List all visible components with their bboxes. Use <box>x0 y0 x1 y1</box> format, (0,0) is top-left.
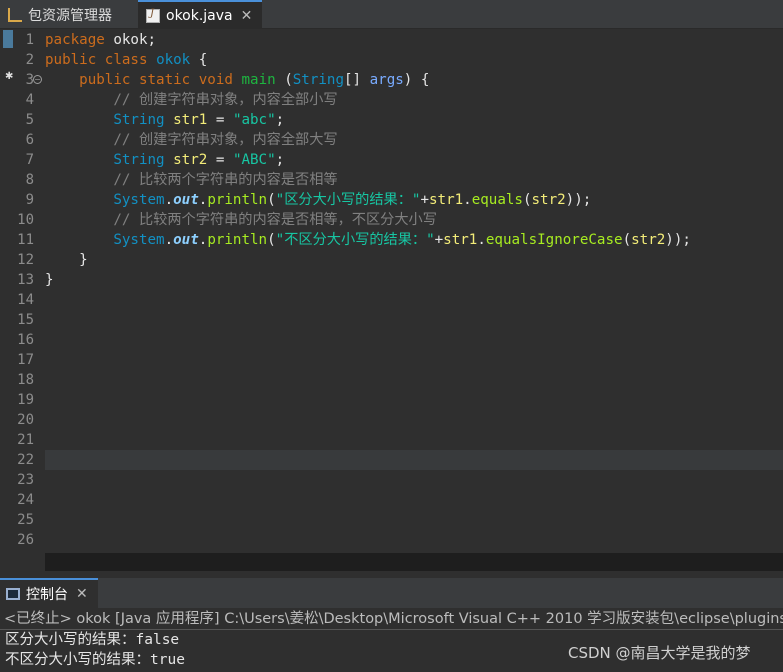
line-number: 25 <box>17 512 34 528</box>
line-number: 2 <box>25 52 34 68</box>
java-file-icon <box>146 8 160 23</box>
code-line-11: System.out.println("不区分大小写的结果："+str1.equ… <box>113 232 691 248</box>
console-status: <已终止> okok [Java 应用程序] C:\Users\姜松\Deskt… <box>4 611 783 627</box>
line-number: 19 <box>17 392 34 408</box>
line-number: 17 <box>17 352 34 368</box>
code-line-6: // 创建字符串对象，内容全部大写 <box>113 132 338 148</box>
line-number: 21 <box>17 432 34 448</box>
console-tab-bar: 控制台 ✕ <box>0 578 783 608</box>
line-number: 18 <box>17 372 34 388</box>
watermark: CSDN @南昌大学是我的梦 <box>568 644 751 662</box>
line-number: 9 <box>25 192 34 208</box>
code-line-9: System.out.println("区分大小写的结果："+str1.equa… <box>113 192 592 208</box>
line-number: 10 <box>17 212 34 228</box>
line-number: 3 <box>25 72 34 88</box>
console-output-line: 区分大小写的结果：false <box>5 632 180 648</box>
tab-label: okok.java <box>166 7 233 24</box>
tab-console[interactable]: 控制台 ✕ <box>0 578 98 608</box>
tab-package-explorer[interactable]: 包资源管理器 <box>0 0 136 29</box>
code-line-13: } <box>45 272 54 288</box>
tab-okok-java[interactable]: okok.java ✕ <box>138 0 262 29</box>
close-icon[interactable]: ✕ <box>241 8 253 24</box>
line-number: 11 <box>17 232 34 248</box>
line-number: 8 <box>25 172 34 188</box>
editor-tab-bar: 包资源管理器 okok.java ✕ <box>0 0 783 29</box>
code-line-1: package okok; <box>45 32 157 48</box>
line-number-gutter: ✱ − 1 2 3 4 5 6 7 8 9 10 11 12 13 14 15 16 17 18 19 20 21 22 2… <box>0 29 45 550</box>
line-number: 6 <box>25 132 34 148</box>
line-number: 23 <box>17 472 34 488</box>
line-number: 7 <box>25 152 34 168</box>
current-line-highlight <box>45 450 783 470</box>
code-line-3: public static void main (String[] args) … <box>79 72 430 88</box>
code-editor[interactable]: ✱ − 1 2 3 4 5 6 7 8 9 10 11 12 13 14 15 16 17 18 19 20 21 22 2… <box>0 29 783 571</box>
line-number: 22 <box>17 452 34 468</box>
line-number: 24 <box>17 492 34 508</box>
line-number: 13 <box>17 272 34 288</box>
code-line-8: // 比较两个字符串的内容是否相等 <box>113 172 338 188</box>
console-output-line: 不区分大小写的结果：true <box>5 652 185 668</box>
line-number: 20 <box>17 412 34 428</box>
line-number: 14 <box>17 292 34 308</box>
line-number: 1 <box>25 32 34 48</box>
fold-icon[interactable]: − <box>33 75 42 84</box>
code-line-10: // 比较两个字符串的内容是否相等，不区分大小写 <box>113 212 437 228</box>
horizontal-scrollbar[interactable] <box>45 553 783 571</box>
line-number: 15 <box>17 312 34 328</box>
console-view: 控制台 ✕ <已终止> okok [Java 应用程序] C:\Users\姜松… <box>0 578 783 672</box>
line-number: 4 <box>25 92 34 108</box>
code-line-5: String str1 = "abc"; <box>113 112 285 128</box>
code-line-4: // 创建字符串对象，内容全部小写 <box>113 92 338 108</box>
code-line-7: String str2 = "ABC"; <box>113 152 285 168</box>
line-number: 12 <box>17 252 34 268</box>
line-number: 16 <box>17 332 34 348</box>
console-icon <box>6 588 20 600</box>
code-line-2: public class okok { <box>45 52 208 68</box>
line-number: 5 <box>25 112 34 128</box>
line-number: 26 <box>17 532 34 548</box>
tab-label: 控制台 <box>26 587 68 603</box>
package-explorer-icon <box>8 7 22 22</box>
code-line-12: } <box>45 252 88 268</box>
close-icon[interactable]: ✕ <box>76 586 88 602</box>
tab-label: 包资源管理器 <box>28 7 112 24</box>
